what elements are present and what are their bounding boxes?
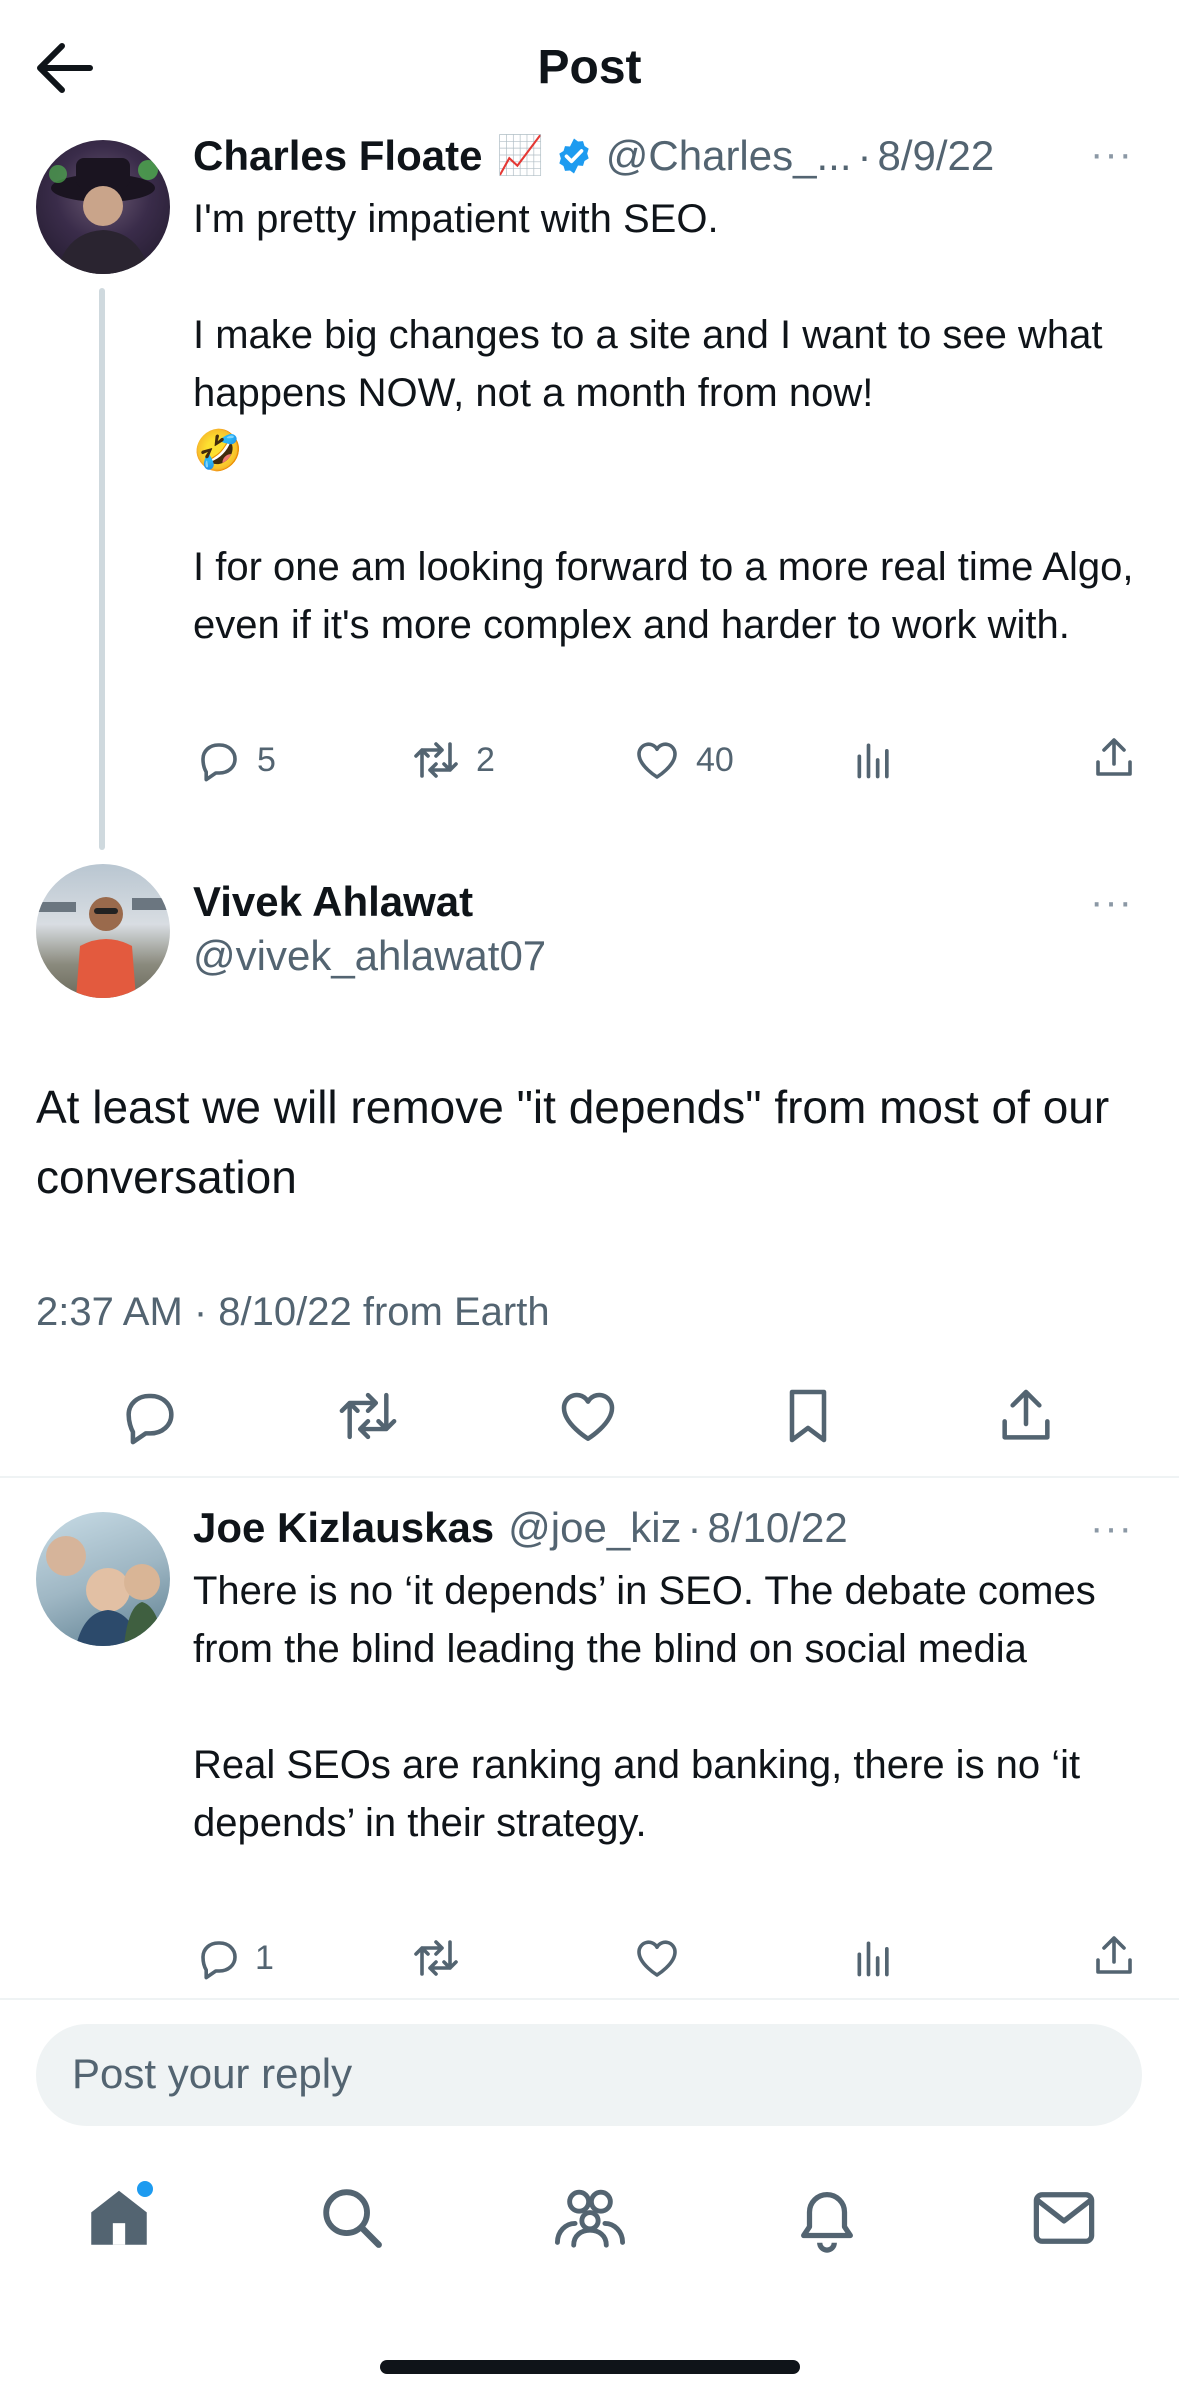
- reply-icon: [201, 1941, 237, 1980]
- emoji: 📈: [496, 135, 544, 177]
- reply-action[interactable]: 1: [195, 1934, 274, 1982]
- analytics-icon: [857, 1941, 889, 1977]
- main-repost-button[interactable]: [334, 1384, 402, 1453]
- search-icon: [323, 2189, 382, 2248]
- share-icon: [1096, 738, 1132, 776]
- notification-dot: [134, 2178, 156, 2200]
- views-action[interactable]: [852, 738, 896, 782]
- avatar[interactable]: [36, 864, 170, 998]
- avatar[interactable]: [36, 1512, 170, 1646]
- repost-icon: [414, 1940, 458, 1976]
- reply-icon: [201, 743, 237, 782]
- divider: [0, 1998, 1179, 2000]
- post-timestamp: 2:37 AM · 8/10/22 from Earth: [36, 1290, 550, 1334]
- reply-action[interactable]: 5: [195, 736, 276, 784]
- separator: ·: [857, 132, 872, 179]
- reply-count: 1: [255, 1938, 274, 1977]
- page-title: Post: [537, 41, 642, 94]
- nav-messages[interactable]: [1028, 2186, 1100, 2255]
- more-options-button[interactable]: ···: [1090, 132, 1133, 177]
- nav-search[interactable]: [316, 2182, 386, 2257]
- post-header: Joe Kizlauskas @joe_kiz · 8/10/22: [193, 1504, 848, 1552]
- heart-icon: [561, 1392, 615, 1441]
- share-icon: [1002, 1389, 1050, 1440]
- views-action[interactable]: [852, 1936, 896, 1980]
- divider: [0, 1476, 1179, 1478]
- main-reply-button[interactable]: [118, 1384, 182, 1453]
- share-action[interactable]: [1090, 1932, 1138, 1980]
- repost-icon: [339, 1392, 397, 1440]
- post-date[interactable]: 8/9/22: [878, 132, 995, 180]
- heart-icon: [637, 742, 677, 779]
- main-like-button[interactable]: [556, 1384, 620, 1453]
- more-options-button[interactable]: ···: [1090, 1506, 1133, 1551]
- post-date[interactable]: 8/10/22: [708, 1504, 848, 1552]
- author-name[interactable]: Charles Floate: [193, 132, 482, 180]
- author-handle[interactable]: @vivek_ahlawat07: [193, 932, 546, 980]
- like-count: 40: [696, 740, 734, 779]
- nav-notifications[interactable]: [792, 2182, 862, 2259]
- avatar[interactable]: [36, 140, 170, 274]
- bookmark-button[interactable]: [776, 1384, 840, 1453]
- more-options-button[interactable]: ···: [1090, 880, 1133, 925]
- notifications-icon: [801, 2192, 853, 2253]
- share-action[interactable]: [1090, 734, 1138, 782]
- like-action[interactable]: [632, 1934, 682, 1982]
- reply-icon: [126, 1393, 174, 1445]
- post-text: There is no ‘it depends’ in SEO. The deb…: [193, 1569, 1096, 1845]
- repost-icon: [414, 742, 458, 778]
- reply-placeholder: Post your reply: [72, 2050, 353, 2097]
- repost-action[interactable]: 2: [410, 736, 495, 784]
- analytics-icon: [857, 743, 889, 779]
- main-post-text: At least we will remove "it depends" fro…: [36, 1081, 1110, 1203]
- repost-count: 2: [476, 740, 495, 779]
- author-handle[interactable]: @Charles_...: [606, 132, 852, 180]
- home-indicator: [380, 2360, 800, 2374]
- author-name[interactable]: Vivek Ahlawat: [193, 878, 473, 926]
- author-name[interactable]: Joe Kizlauskas: [193, 1504, 494, 1552]
- share-icon: [1096, 1936, 1132, 1974]
- messages-icon: [1033, 2192, 1095, 2244]
- thread-line: [99, 288, 105, 850]
- post-text: I'm pretty impatient with SEO. I make bi…: [193, 197, 1134, 647]
- reply-count: 5: [257, 740, 276, 779]
- post-header: Charles Floate 📈 @Charles_... · 8/9/22: [193, 132, 994, 180]
- heart-icon: [637, 1940, 677, 1977]
- main-share-button[interactable]: [994, 1384, 1058, 1453]
- bookmark-icon: [789, 1389, 827, 1443]
- separator: ·: [687, 1504, 702, 1551]
- verified-badge-icon: [559, 138, 589, 174]
- communities-icon: [554, 2189, 626, 2248]
- author-handle[interactable]: @joe_kiz: [508, 1504, 681, 1552]
- nav-communities[interactable]: [552, 2184, 628, 2257]
- like-action[interactable]: 40: [632, 736, 734, 784]
- repost-action[interactable]: [410, 1934, 462, 1982]
